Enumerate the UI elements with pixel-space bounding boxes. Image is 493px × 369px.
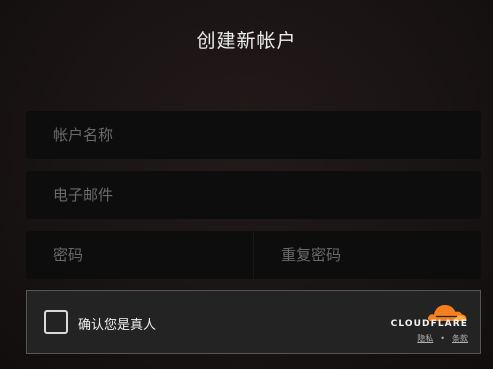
email-input[interactable]: [51, 185, 481, 205]
page-title: 创建新帐户: [196, 30, 297, 52]
captcha-widget: 确认您是真人 CLOUDFLARE 隐私 • 条款: [26, 290, 481, 354]
captcha-links: 隐私 • 条款: [386, 333, 468, 344]
username-field[interactable]: [26, 111, 481, 159]
privacy-link[interactable]: 隐私: [417, 334, 433, 343]
email-field[interactable]: [26, 171, 481, 219]
terms-link[interactable]: 条款: [452, 334, 468, 343]
human-verification-checkbox[interactable]: [44, 310, 68, 334]
link-separator: •: [440, 334, 445, 343]
confirm-password-field[interactable]: [254, 231, 481, 279]
captcha-label: 确认您是真人: [78, 318, 157, 333]
password-input[interactable]: [51, 245, 253, 265]
password-field[interactable]: [26, 231, 253, 279]
username-input[interactable]: [51, 125, 481, 145]
cloudflare-brand-text: CLOUDFLARE: [390, 319, 468, 329]
confirm-password-input[interactable]: [279, 245, 481, 265]
